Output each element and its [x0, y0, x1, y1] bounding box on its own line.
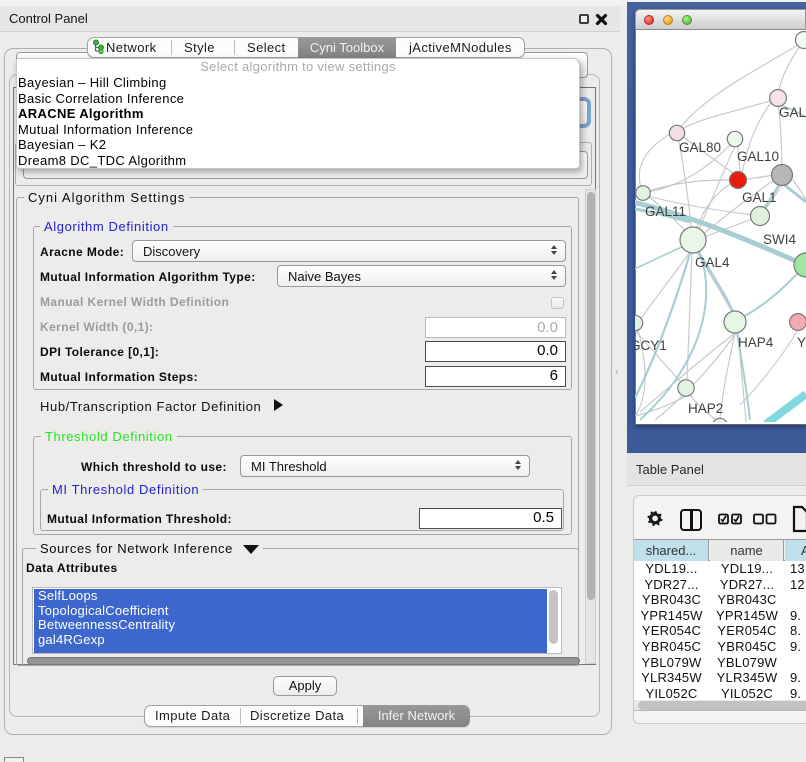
svg-text:GAL80: GAL80	[679, 140, 721, 155]
svg-text:GCY1: GCY1	[635, 338, 667, 353]
svg-text:SWI4: SWI4	[763, 232, 796, 247]
svg-text:GAL10: GAL10	[737, 149, 779, 164]
svg-text:GAL11: GAL11	[645, 204, 686, 219]
svg-text:HAP2: HAP2	[688, 401, 723, 416]
svg-text:GAL4: GAL4	[695, 255, 730, 270]
svg-text:YER...: YER...	[797, 335, 806, 350]
svg-text:HAP4: HAP4	[738, 335, 774, 350]
svg-text:GAL7: GAL7	[779, 105, 806, 120]
svg-text:GAL1: GAL1	[742, 190, 777, 205]
